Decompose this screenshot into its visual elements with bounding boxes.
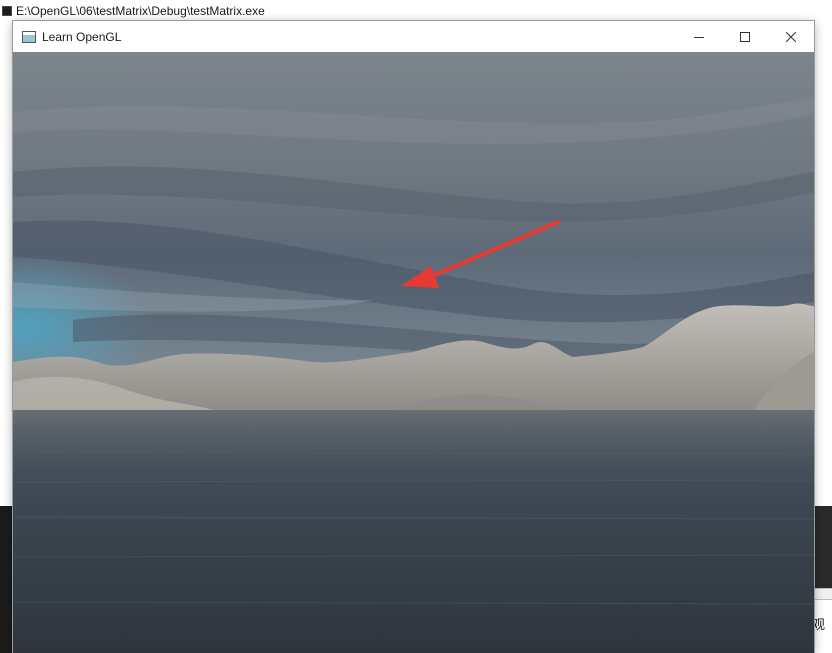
close-icon — [786, 31, 796, 42]
opengl-render-viewport[interactable] — [13, 52, 814, 653]
maximize-button[interactable] — [722, 21, 768, 52]
opengl-app-icon — [22, 30, 36, 43]
console-titlebar: E:\OpenGL\06\testMatrix\Debug\testMatrix… — [0, 0, 832, 22]
opengl-window: Learn OpenGL — [13, 21, 814, 653]
console-scrollbar[interactable] — [814, 588, 832, 600]
console-app-icon — [2, 6, 12, 16]
water-reflection — [13, 410, 814, 490]
console-window-title: E:\OpenGL\06\testMatrix\Debug\testMatrix… — [16, 4, 265, 18]
console-output-area-left — [0, 506, 14, 653]
skybox-scene — [13, 52, 814, 653]
maximize-icon — [740, 31, 750, 42]
minimize-button[interactable] — [676, 21, 722, 52]
console-output-area-right — [814, 506, 832, 588]
window-controls — [676, 21, 814, 52]
close-button[interactable] — [768, 21, 814, 52]
minimize-icon — [694, 36, 704, 38]
opengl-titlebar[interactable]: Learn OpenGL — [13, 21, 814, 52]
opengl-window-title: Learn OpenGL — [42, 29, 122, 44]
